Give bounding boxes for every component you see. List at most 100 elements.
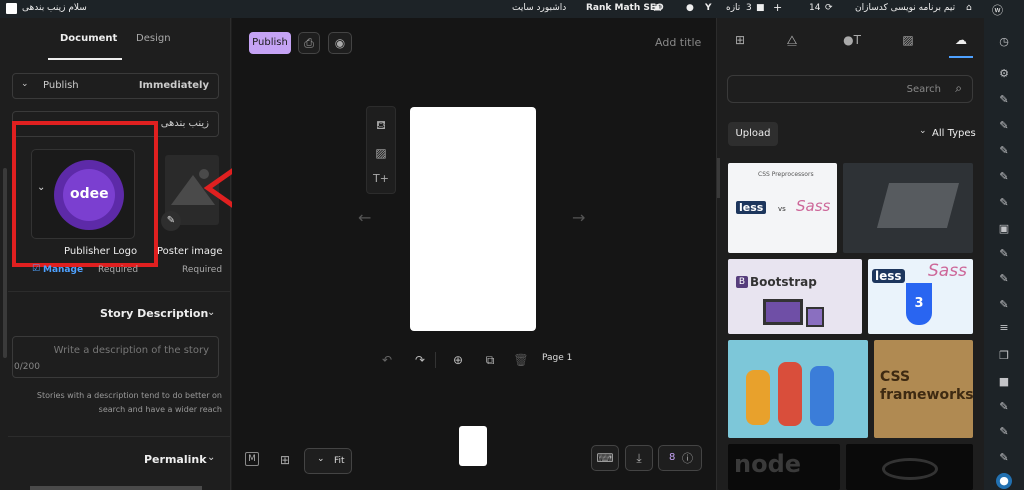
all-types-select[interactable]: All Types [932, 128, 976, 139]
monitor-icon [763, 299, 803, 325]
help-count: 8 [669, 452, 676, 463]
help-center-button[interactable]: 8 ⓘ [658, 445, 702, 471]
publish-row[interactable]: ⌄ Publish Immediately [12, 73, 219, 99]
background-image-icon[interactable]: ▨ [371, 143, 391, 163]
pages-icon[interactable]: ❐ [996, 348, 1012, 364]
pin-icon[interactable]: ✎ [996, 271, 1012, 287]
character-count: 0/200 [14, 362, 40, 372]
media-item[interactable]: CSS frameworks [874, 340, 973, 438]
delete-page-icon[interactable]: 🗑 [511, 350, 531, 370]
undo-icon[interactable]: ↶ [377, 350, 397, 370]
chevron-down-icon[interactable]: ⌄ [919, 126, 927, 136]
dashboard-link[interactable]: داشبورد سایت [512, 3, 566, 13]
add-page-icon[interactable]: ⊕ [448, 350, 468, 370]
next-page-arrow-icon[interactable]: → [572, 208, 585, 227]
shapes-icon[interactable]: ⧋ [782, 30, 802, 50]
comments-icon[interactable]: ■ [996, 374, 1012, 390]
pin-icon[interactable]: ✎ [996, 143, 1012, 159]
story-description-input[interactable]: Write a description of the story [12, 336, 219, 378]
illustration-person [810, 366, 834, 426]
tab-design[interactable]: Design [136, 33, 171, 44]
new-link[interactable]: تازه [726, 3, 740, 13]
media-text: less [736, 201, 767, 214]
pin-icon[interactable]: ✎ [996, 92, 1012, 108]
page-thumbnail[interactable] [459, 426, 487, 466]
permalink-title[interactable]: Permalink [144, 453, 207, 466]
pin-icon[interactable]: ✎ [996, 195, 1012, 211]
rankmath-icon: ▣ [653, 3, 662, 13]
updates-icon: ⟳ [825, 3, 833, 13]
prev-page-arrow-icon[interactable]: ← [358, 208, 371, 227]
media-text: Sass [928, 261, 967, 281]
chevron-down-icon[interactable]: ⌄ [207, 307, 215, 318]
text-icon[interactable]: ●T [842, 30, 862, 50]
document-panel: Document Design ⌄ Publish Immediately زی… [0, 18, 231, 490]
pin-icon[interactable]: ✎ [996, 450, 1012, 466]
media-item[interactable] [728, 340, 868, 438]
chevron-down-icon[interactable]: ⌄ [207, 452, 215, 463]
settings-gear-icon[interactable]: ⚙ [996, 66, 1012, 82]
wordpress-logo-icon[interactable]: ⓦ [992, 2, 1003, 18]
add-title-input[interactable]: Add title [655, 36, 701, 49]
templates-icon[interactable]: ⊞ [730, 30, 750, 50]
pin-icon[interactable]: ✎ [996, 246, 1012, 262]
media-scrollbar[interactable] [717, 158, 720, 198]
yoast-icon[interactable]: Y [705, 3, 712, 13]
comments-count[interactable]: 3 [746, 3, 752, 13]
media-item[interactable]: less Sass 3 [868, 259, 973, 334]
story-canvas-area: Publish ⎙ ◉ Add title ⛾ ▨ T+ ← → ↶ ↷ ⊕ ⧉… [232, 18, 716, 490]
pin-icon[interactable]: ✎ [996, 297, 1012, 313]
paint-bucket-icon[interactable]: ⛾ [371, 115, 391, 135]
elementor-icon[interactable]: ≡ [996, 320, 1012, 336]
duplicate-page-icon[interactable]: ⧉ [480, 350, 500, 370]
dashboard-icon[interactable]: ◷ [996, 34, 1012, 50]
media-item[interactable]: CSS Preprocessors less vs Sass [728, 163, 837, 253]
keyboard-shortcuts-icon[interactable]: M [245, 452, 259, 466]
text-style-icon[interactable]: T+ [371, 169, 391, 189]
account-avatar[interactable] [6, 3, 17, 14]
media-item[interactable] [846, 444, 973, 490]
upload-cloud-icon[interactable]: ☁ [951, 30, 971, 50]
image-icon[interactable]: ▨ [898, 30, 918, 50]
media-item[interactable]: node [728, 444, 840, 490]
plus-icon: + [773, 1, 783, 14]
zoom-select[interactable]: ⌄ Fit [304, 448, 352, 474]
description-placeholder: Write a description of the story [53, 345, 209, 356]
keyboard-icon[interactable]: ⌨ [591, 445, 619, 471]
media-item[interactable] [843, 163, 973, 253]
checklist-icon[interactable]: ⤓ [625, 445, 653, 471]
active-tab-underline [949, 56, 973, 58]
element-toolbar: ⛾ ▨ T+ [366, 106, 396, 194]
story-page[interactable] [410, 107, 536, 331]
pin-icon[interactable]: ✎ [996, 399, 1012, 415]
site-name-link[interactable]: تیم برنامه نویسی کدسازان [855, 3, 955, 13]
status-dot-icon: ● [686, 3, 694, 13]
pin-icon[interactable]: ✎ [996, 169, 1012, 185]
panel-scrollbar[interactable] [3, 168, 7, 358]
tab-document[interactable]: Document [60, 33, 117, 44]
media-text: vs [778, 205, 786, 213]
redo-icon[interactable]: ↷ [410, 350, 430, 370]
publish-button[interactable]: Publish [249, 32, 291, 54]
save-draft-icon[interactable]: ⎙ [298, 32, 320, 54]
media-icon[interactable]: ▣ [996, 221, 1012, 237]
search-placeholder: Search [906, 84, 941, 95]
pin-icon[interactable]: ✎ [996, 118, 1012, 134]
pin-icon[interactable]: ✎ [996, 424, 1012, 440]
manage-link[interactable]: Manage [43, 265, 83, 275]
publish-label: Publish [43, 80, 79, 91]
story-description-title[interactable]: Story Description [100, 307, 208, 320]
grid-view-icon[interactable]: ⊞ [275, 450, 295, 470]
upload-button[interactable]: Upload [728, 122, 778, 146]
greeting-link[interactable]: سلام زینب بندهی [22, 3, 87, 13]
media-text: Sass [796, 197, 831, 215]
chat-widget-icon[interactable]: ● [996, 473, 1012, 489]
author-value: زینب بندهی [160, 118, 209, 129]
search-input[interactable]: Search ⌕ [727, 75, 973, 103]
illustration-person [746, 370, 770, 425]
divider [435, 352, 436, 368]
divider [8, 291, 231, 292]
updates-count[interactable]: 14 [809, 3, 820, 13]
preview-eye-icon[interactable]: ◉ [328, 32, 352, 54]
media-item[interactable]: B Bootstrap [728, 259, 862, 334]
